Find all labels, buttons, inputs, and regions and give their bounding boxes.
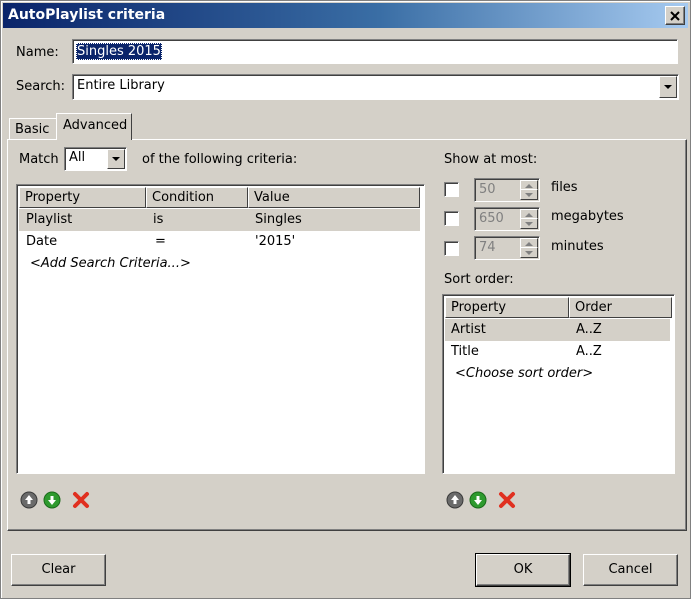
arrow-down-circle-icon[interactable] <box>469 491 487 509</box>
ok-button[interactable]: OK <box>475 553 571 587</box>
tab-basic[interactable]: Basic <box>9 118 57 140</box>
limit-files-unit: files <box>551 180 578 195</box>
cell-property: Date <box>26 234 58 249</box>
column-header-order[interactable]: Order <box>569 297 672 318</box>
table-row[interactable]: Playlist is Singles <box>19 209 420 231</box>
sort-order-label: Sort order: <box>444 272 514 287</box>
tab-advanced[interactable]: Advanced <box>56 113 132 140</box>
match-label: Match <box>19 152 59 167</box>
tab-advanced-label: Advanced <box>63 118 128 133</box>
name-value: Singles 2015 <box>76 43 162 60</box>
table-row[interactable]: Date = '2015' <box>19 231 420 253</box>
chevron-down-icon <box>664 85 672 89</box>
red-x-icon[interactable] <box>72 491 90 509</box>
arrow-up-circle-icon[interactable] <box>20 491 38 509</box>
chevron-up-icon <box>525 212 533 217</box>
following-criteria-label: of the following criteria: <box>142 152 298 167</box>
sort-property: Artist <box>451 322 486 337</box>
autoplaylist-dialog: AutoPlaylist criteria Name: Singles 2015… <box>0 0 691 599</box>
spinner-down-button[interactable] <box>520 189 538 200</box>
cell-property: Playlist <box>26 212 73 227</box>
tab-basic-label: Basic <box>15 122 50 137</box>
list-item[interactable]: Title A..Z <box>445 341 670 363</box>
chevron-down-icon <box>112 157 120 161</box>
list-item[interactable]: Artist A..Z <box>445 319 670 341</box>
search-value: Entire Library <box>77 78 165 93</box>
limit-minutes-spinner[interactable]: 74 <box>474 236 540 260</box>
limit-megabytes-unit: megabytes <box>551 209 624 224</box>
arrow-down-circle-icon[interactable] <box>43 491 61 509</box>
chevron-up-icon <box>525 241 533 246</box>
sort-order-list[interactable]: Property Order Artist A..Z Title A..Z <C… <box>442 294 675 474</box>
name-input[interactable]: Singles 2015 <box>72 39 678 64</box>
match-value: All <box>69 150 86 165</box>
chevron-down-icon <box>525 250 533 255</box>
limit-files-checkbox[interactable] <box>444 182 459 197</box>
match-dropdown[interactable]: All <box>64 147 127 171</box>
chevron-up-icon <box>525 183 533 188</box>
search-dropdown[interactable]: Entire Library <box>72 74 679 100</box>
criteria-list[interactable]: Property Condition Value Playlist is Sin… <box>16 184 425 474</box>
window-title: AutoPlaylist criteria <box>8 7 166 23</box>
chevron-down-icon <box>525 221 533 226</box>
title-bar: AutoPlaylist criteria <box>3 3 688 28</box>
match-dropdown-button[interactable] <box>107 149 125 169</box>
cell-condition: is <box>153 212 164 227</box>
limit-megabytes-spinner[interactable]: 650 <box>474 207 540 231</box>
column-header-property[interactable]: Property <box>445 297 569 318</box>
name-label: Name: <box>16 45 59 60</box>
cell-condition: = <box>155 234 166 249</box>
close-button[interactable] <box>665 6 685 25</box>
search-dropdown-button[interactable] <box>659 76 677 98</box>
limit-minutes-checkbox[interactable] <box>444 241 459 256</box>
show-at-most-label: Show at most: <box>444 152 538 167</box>
sort-direction: A..Z <box>576 344 602 359</box>
clear-button[interactable]: Clear <box>11 554 106 586</box>
limit-minutes-value: 74 <box>479 240 496 255</box>
column-header-value[interactable]: Value <box>248 187 420 208</box>
arrow-up-circle-icon[interactable] <box>446 491 464 509</box>
search-label: Search: <box>16 79 66 94</box>
close-icon <box>670 10 680 21</box>
sort-property: Title <box>451 344 479 359</box>
cancel-button[interactable]: Cancel <box>583 554 678 586</box>
spinner-down-button[interactable] <box>520 247 538 258</box>
spinner-down-button[interactable] <box>520 218 538 229</box>
limit-megabytes-value: 650 <box>479 211 504 226</box>
choose-sort-order-link[interactable]: <Choose sort order> <box>455 366 593 381</box>
limit-files-spinner[interactable]: 50 <box>474 178 540 202</box>
limit-minutes-unit: minutes <box>551 239 604 254</box>
limit-megabytes-checkbox[interactable] <box>444 211 459 226</box>
cell-value: '2015' <box>255 234 296 249</box>
add-search-criteria-link[interactable]: <Add Search Criteria...> <box>30 256 191 271</box>
column-header-property[interactable]: Property <box>19 187 146 208</box>
column-header-condition[interactable]: Condition <box>146 187 248 208</box>
limit-files-value: 50 <box>479 182 496 197</box>
sort-direction: A..Z <box>576 322 602 337</box>
cell-value: Singles <box>255 212 302 227</box>
red-x-icon[interactable] <box>498 491 516 509</box>
chevron-down-icon <box>525 192 533 197</box>
